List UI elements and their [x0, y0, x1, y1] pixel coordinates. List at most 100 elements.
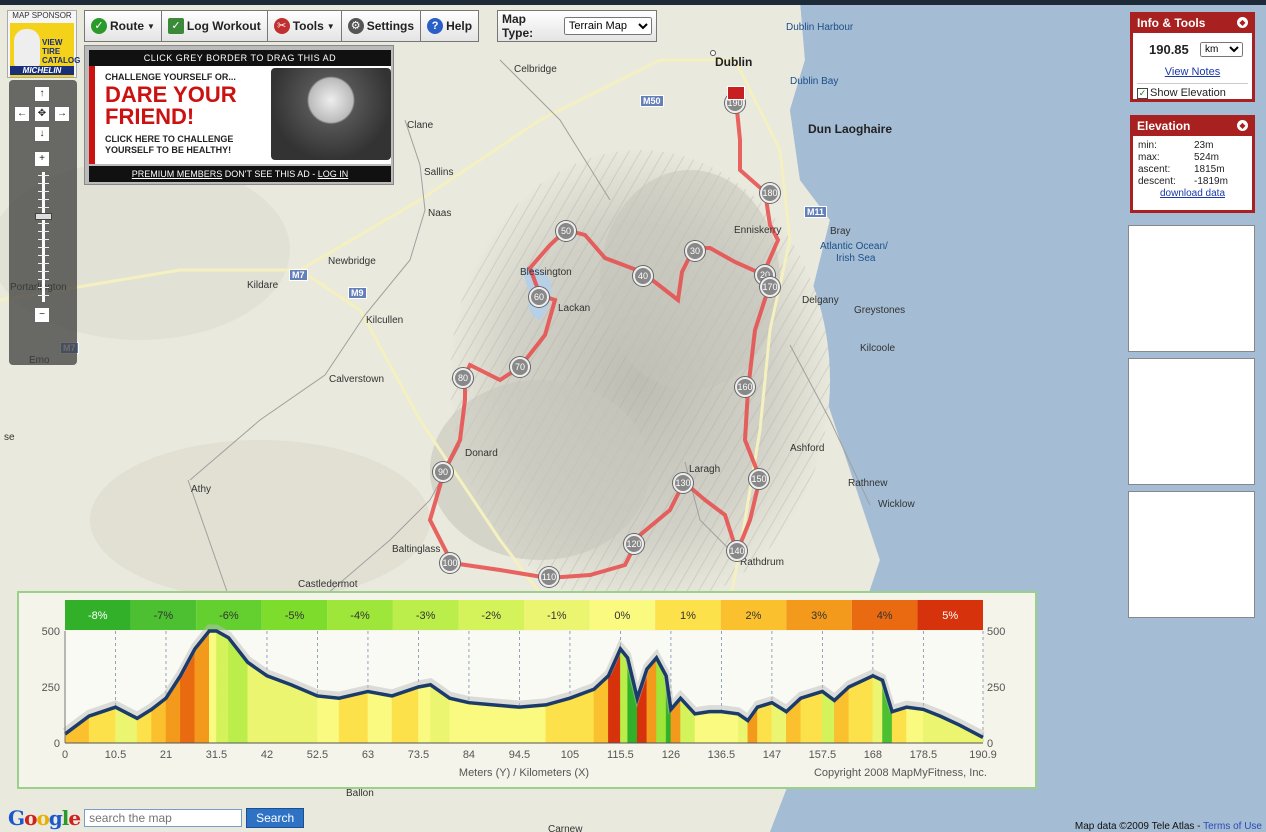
sponsor-cta[interactable]: VIEW TIRE CATALOG [42, 38, 80, 65]
login-link[interactable]: LOG IN [318, 169, 349, 179]
grade-legend-label: 0% [614, 610, 630, 622]
elevation-profile-chart[interactable]: -8% -7% -6% -5% -4% -3% -2% -1% 0% 1% 2% 3% 4% 5% 0 10.… [17, 591, 1037, 789]
zoom-in-button[interactable]: + [34, 151, 50, 167]
stat-key: descent: [1138, 176, 1176, 187]
pan-left-button[interactable]: ← [14, 106, 30, 122]
zoom-tick [38, 231, 49, 232]
unit-select[interactable]: km [1200, 42, 1243, 57]
ad-line1: CHALLENGE YOURSELF OR... [105, 72, 236, 82]
km-marker[interactable]: 60 [529, 287, 549, 307]
map-copyright: Map data ©2009 Tele Atlas - Terms of Use [1075, 821, 1262, 832]
map-sponsor[interactable]: MAP SPONSOR VIEW TIRE CATALOG MICHELIN [7, 10, 80, 78]
download-data-link[interactable]: download data [1133, 188, 1252, 199]
map-type-control: Map Type: Terrain Map [497, 10, 657, 42]
help-button[interactable]: ? Help [421, 11, 479, 41]
km-marker[interactable]: 180 [760, 183, 780, 203]
elevation-header: Elevation ◆ [1133, 118, 1252, 136]
premium-members-link[interactable]: PREMIUM MEMBERS [132, 169, 223, 179]
map-type-select[interactable]: Terrain Map [563, 17, 652, 35]
profile-segment [418, 684, 431, 744]
grade-legend-label: -5% [285, 610, 305, 622]
ad-slot-1 [1128, 225, 1255, 352]
zoom-out-button[interactable]: − [34, 307, 50, 323]
tools-icon: ✂ [273, 18, 290, 34]
ad-headline: DARE YOUR FRIEND! [105, 82, 237, 129]
km-marker[interactable]: 40 [633, 266, 653, 286]
advertisement[interactable]: CLICK GREY BORDER TO DRAG THIS AD CHALLE… [84, 45, 394, 185]
km-marker[interactable]: 170 [760, 277, 780, 297]
collapse-icon[interactable]: ◆ [1237, 17, 1248, 28]
km-marker[interactable]: 120 [624, 534, 644, 554]
km-marker[interactable]: 130 [673, 473, 693, 493]
start-flag-icon[interactable] [727, 86, 745, 100]
zoom-slider-handle[interactable] [35, 213, 52, 220]
profile-segment [492, 704, 520, 744]
place-label: Sallins [424, 167, 454, 178]
km-marker[interactable]: 70 [510, 357, 530, 377]
info-tools-panel: Info & Tools ◆ 190.85 km View Notes ✓ Sho… [1130, 12, 1255, 102]
chevron-down-icon: ▼ [326, 21, 335, 31]
ad-line3: CLICK HERE TO CHALLENGE YOURSELF TO BE H… [105, 134, 234, 155]
elevation-stat-row: min: 23m [1138, 140, 1228, 152]
log-workout-button[interactable]: ✓ Log Workout [161, 11, 268, 41]
place-label: Dublin [715, 55, 753, 69]
km-marker[interactable]: 160 [735, 377, 755, 397]
x-tick-label: 190.9 [969, 749, 997, 761]
map-type-label: Map Type: [502, 12, 534, 40]
profile-segment [317, 695, 340, 744]
grade-legend-label: 4% [877, 610, 893, 622]
tools-menu-button[interactable]: ✂ Tools ▼ [267, 11, 342, 41]
zoom-tick [38, 255, 49, 256]
ad-body[interactable]: CHALLENGE YOURSELF OR... DARE YOUR FRIEN… [89, 66, 391, 164]
michelin-man-icon [14, 29, 40, 67]
log-workout-label: Log Workout [186, 19, 261, 33]
ad-drag-header[interactable]: CLICK GREY BORDER TO DRAG THIS AD [89, 50, 391, 66]
route-label: Route [110, 19, 144, 33]
zoom-tick [38, 223, 49, 224]
km-marker[interactable]: 50 [556, 221, 576, 241]
ad-slot-2 [1128, 358, 1255, 485]
place-label: Bray [830, 226, 851, 237]
center-map-button[interactable]: ✥ [34, 106, 50, 122]
search-input[interactable] [84, 808, 243, 827]
place-label: Naas [428, 208, 452, 219]
place-label: Dun Laoghaire [808, 122, 893, 136]
x-tick-label: 73.5 [408, 749, 429, 761]
grade-legend-label: -7% [154, 610, 174, 622]
km-marker[interactable]: 150 [749, 469, 769, 489]
place-label: Ashford [790, 443, 825, 454]
km-marker[interactable]: 30 [685, 241, 705, 261]
km-marker[interactable]: 140 [727, 541, 747, 561]
profile-segment [266, 675, 292, 744]
zoom-tick [38, 175, 49, 176]
terms-of-use-link[interactable]: Terms of Use [1203, 821, 1262, 832]
place-label: Laragh [689, 464, 721, 475]
km-marker[interactable]: 100 [440, 553, 460, 573]
pan-down-button[interactable]: ↓ [34, 126, 50, 142]
collapse-icon[interactable]: ◆ [1237, 120, 1248, 131]
show-elevation-checkbox[interactable]: ✓ [1137, 87, 1148, 99]
settings-button[interactable]: ⚙ Settings [341, 11, 422, 41]
view-notes-link[interactable]: View Notes [1133, 66, 1252, 78]
x-tick-label: 147 [763, 749, 781, 761]
x-tick-label: 168 [864, 749, 882, 761]
place-label: Calverstown [329, 374, 385, 385]
x-tick-label: 126 [662, 749, 680, 761]
km-marker[interactable]: 110 [539, 567, 559, 587]
km-marker[interactable]: 90 [433, 462, 453, 482]
x-tick-label: 21 [160, 749, 172, 761]
route-menu-button[interactable]: ✓ Route ▼ [85, 11, 162, 41]
km-marker[interactable]: 80 [453, 368, 473, 388]
search-button[interactable]: Search [246, 807, 305, 828]
show-elevation-toggle[interactable]: ✓ Show Elevation [1137, 87, 1226, 99]
road-shield: M11 [804, 206, 828, 218]
grade-legend-label: -4% [350, 610, 370, 622]
place-label: Kilcoole [860, 343, 896, 354]
pan-right-button[interactable]: → [54, 106, 70, 122]
y-tick-label-right: 500 [987, 626, 1005, 638]
pan-up-button[interactable]: ↑ [34, 86, 50, 102]
grade-legend-label: -1% [547, 610, 567, 622]
profile-segment [216, 630, 229, 744]
place-label: Carnew [548, 824, 583, 832]
profile-segment [209, 630, 217, 744]
